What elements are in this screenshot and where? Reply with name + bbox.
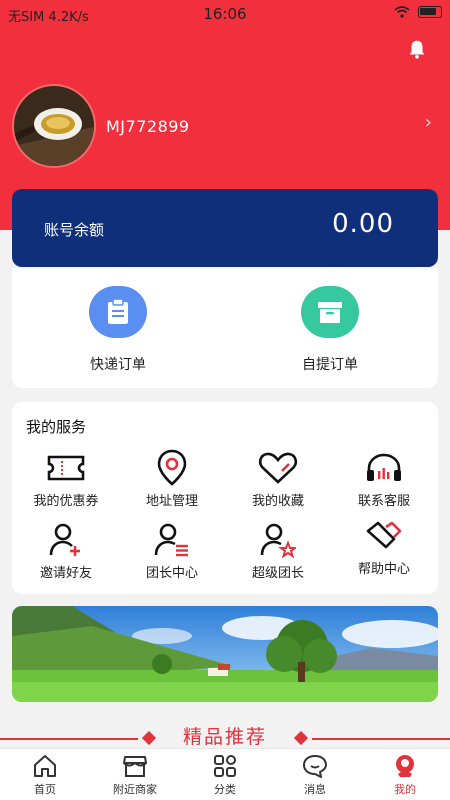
clipboard-icon [89,286,147,338]
avatar[interactable] [12,84,96,168]
services-card: 我的服务 我的优惠券 地址管理 我的收藏 联系客服 邀请好友 团长中心 超级团长… [12,402,438,594]
service-label: 联系客服 [357,494,410,509]
service-super-leader[interactable]: 超级团长 [226,522,330,581]
service-label: 地址管理 [145,494,198,509]
tab-label: 分类 [214,783,236,796]
ticket-icon [14,450,118,486]
balance-value: 0.00 [332,209,394,239]
balance-label: 账号余额 [44,221,105,239]
profile-icon [360,753,450,779]
service-coupons[interactable]: 我的优惠券 [14,450,118,509]
balance-card[interactable]: 账号余额 0.00 [12,189,438,267]
tab-label: 附近商家 [113,783,157,796]
pickup-order-button[interactable]: 自提订单 [270,286,390,374]
divider [312,738,450,740]
services-title: 我的服务 [26,418,87,436]
tab-home[interactable]: 首页 [0,749,90,800]
tab-label: 我的 [394,783,416,796]
service-label: 邀请好友 [39,566,92,581]
promo-banner[interactable] [12,606,438,702]
bell-icon[interactable] [406,38,428,60]
service-label: 帮助中心 [357,562,410,577]
archive-box-icon [301,286,359,338]
tab-nearby[interactable]: 附近商家 [90,749,180,800]
clock: 16:06 [203,5,247,23]
service-label: 我的收藏 [251,494,304,509]
order-label: 自提订单 [302,357,358,373]
service-label: 团长中心 [145,566,198,581]
location-pin-icon [120,449,224,486]
service-address[interactable]: 地址管理 [120,449,224,509]
service-support[interactable]: 联系客服 [332,450,436,509]
express-order-button[interactable]: 快递订单 [58,286,178,374]
tab-mine[interactable]: 我的 [360,749,450,800]
user-star-icon [226,522,330,558]
chat-icon [270,753,360,779]
order-label: 快递订单 [90,357,146,373]
service-invite[interactable]: 邀请好友 [14,522,118,581]
battery-icon [418,6,442,18]
user-list-icon [120,522,224,558]
headset-icon [332,450,436,486]
grid-icon [180,753,270,779]
tab-messages[interactable]: 消息 [270,749,360,800]
heart-icon [226,450,330,486]
orders-card: 快递订单 自提订单 [12,268,438,388]
wifi-icon [394,6,410,18]
service-label: 超级团长 [251,566,304,581]
user-profile[interactable]: MJ772899 [12,84,190,168]
handshake-icon [332,518,436,554]
tab-label: 消息 [304,783,326,796]
recommend-section-header: 精品推荐 [0,722,450,748]
status-bar: 无SIM 4.2K/s 16:06 [0,0,450,28]
service-favorites[interactable]: 我的收藏 [226,450,330,509]
service-help[interactable]: 帮助中心 [332,518,436,577]
tab-category[interactable]: 分类 [180,749,270,800]
store-icon [90,753,180,779]
home-icon [0,753,90,779]
service-leader-center[interactable]: 团长中心 [120,522,224,581]
service-label: 我的优惠券 [33,494,99,509]
username: MJ772899 [106,116,190,136]
chevron-right-icon[interactable]: › [425,112,432,133]
user-add-icon [14,522,118,558]
bottom-tab-bar: 首页 附近商家 分类 消息 我的 [0,748,450,800]
recommend-title: 精品推荐 [182,726,267,748]
tab-label: 首页 [34,783,56,796]
